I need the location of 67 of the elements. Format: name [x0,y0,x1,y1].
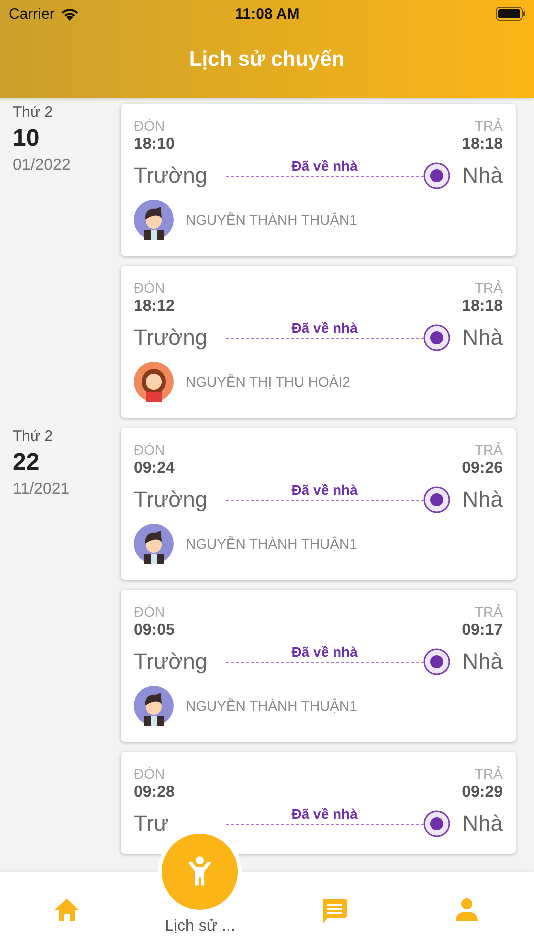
day-number: 22 [13,449,40,477]
pickup-time: 09:24 [134,460,175,478]
destination-marker-icon [422,648,451,676]
dropoff-time: 18:18 [462,298,503,316]
month-year-label: 01/2022 [13,157,71,175]
pickup-label: ĐÓN [134,280,166,296]
dropoff-label: TRẢ [475,442,503,458]
trip-card[interactable]: ĐÓN TRẢ 09:05 09:17 Trường Đã về nhà Nhà NGUYỄN THÀNH THUẬN1 [121,590,516,742]
day-number: 10 [13,125,40,153]
dropoff-label: TRẢ [475,280,503,296]
pickup-time: 09:28 [134,784,175,802]
destination-label: Nhà [462,163,503,189]
child-name: NGUYỄN THÀNH THUẬN1 [186,536,358,552]
wifi-icon [60,6,80,22]
dropoff-label: TRẢ [475,766,503,782]
pickup-label: ĐÓN [134,442,166,458]
trip-card[interactable]: ĐÓN TRẢ 09:24 09:26 Trường Đã về nhà Nhà NGUYỄN THÀNH THUẬN1 [121,428,516,580]
dropoff-time: 09:17 [462,622,503,640]
trip-status: Đã về nhà [292,320,358,336]
pickup-time: 18:10 [134,136,175,154]
boy-avatar-icon [134,200,174,240]
screen-title: Lịch sử chuyến [188,48,346,72]
origin-label: Trường [134,325,209,351]
weekday-label: Thứ 2 [13,428,54,445]
dropoff-time: 09:29 [462,784,503,802]
carrier-label: Carrier [9,6,55,22]
girl-avatar-icon [134,362,174,402]
boy-avatar-icon [134,686,174,726]
pickup-time: 18:12 [134,298,175,316]
destination-marker-icon [422,486,451,514]
trip-card[interactable]: ĐÓN TRẢ 09:28 09:29 Trư Đã về nhà Nhà [121,752,516,854]
home-icon[interactable] [54,898,80,922]
pickup-label: ĐÓN [134,118,166,134]
child-name: NGUYỄN THÀNH THUẬN1 [186,698,358,714]
trip-status: Đã về nhà [292,158,358,174]
boy-avatar-icon [134,524,174,564]
origin-label: Trường [134,649,209,675]
profile-icon[interactable] [455,898,480,922]
trip-status: Đã về nhà [292,482,358,498]
destination-marker-icon [422,162,451,190]
origin-label: Trư [134,811,170,837]
battery-icon [496,7,526,21]
destination-label: Nhà [462,649,503,675]
clock-label: 11:08 AM [235,6,300,22]
child-name: NGUYỄN THỊ THU HOÀI2 [186,374,350,390]
weekday-label: Thứ 2 [13,104,54,121]
dropoff-time: 18:18 [462,136,503,154]
dropoff-time: 09:26 [462,460,503,478]
month-year-label: 11/2021 [13,481,70,499]
trip-card[interactable]: ĐÓN TRẢ 18:10 18:18 Trường Đã về nhà Nhà NGUYỄN THÀNH THUẬN1 [121,104,516,256]
destination-label: Nhà [462,325,503,351]
tab-label[interactable]: Lịch sử ... [165,918,236,936]
trip-status: Đã về nhà [292,806,358,822]
destination-label: Nhà [462,487,503,513]
pickup-time: 09:05 [134,622,175,640]
pickup-label: ĐÓN [134,604,166,620]
dropoff-label: TRẢ [475,604,503,620]
pickup-label: ĐÓN [134,766,166,782]
dropoff-label: TRẢ [475,118,503,134]
origin-label: Trường [134,487,209,513]
origin-label: Trường [134,163,209,189]
trip-status: Đã về nhà [292,644,358,660]
trip-card[interactable]: ĐÓN TRẢ 18:12 18:18 Trường Đã về nhà Nhà NGUYỄN THỊ THU HOÀI2 [121,266,516,418]
destination-marker-icon [422,810,451,838]
destination-marker-icon [422,324,451,352]
destination-label: Nhà [462,811,503,837]
child-name: NGUYỄN THÀNH THUẬN1 [186,212,358,228]
